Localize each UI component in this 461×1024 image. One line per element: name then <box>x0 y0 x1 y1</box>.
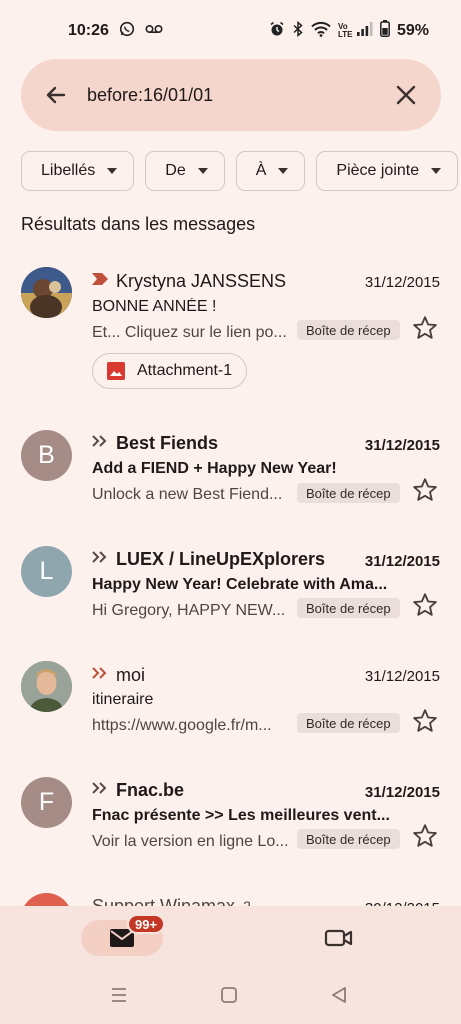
star-icon[interactable] <box>411 314 439 342</box>
bluetooth-icon <box>292 20 304 42</box>
star-icon[interactable] <box>411 707 439 735</box>
message-row[interactable]: moi 31/12/2015 itineraire https://www.go… <box>0 656 461 766</box>
star-icon[interactable] <box>411 476 439 504</box>
voicemail-icon <box>145 22 163 40</box>
sender-name: LUEX / LineUpEXplorers <box>116 548 326 569</box>
star-icon[interactable] <box>411 822 439 850</box>
search-input[interactable]: before:16/01/01 <box>87 85 391 106</box>
avatar[interactable]: B <box>21 430 72 481</box>
video-camera-icon[interactable] <box>324 923 354 953</box>
forward-marker-icon <box>92 781 108 799</box>
label-badge: Boîte de récep <box>297 713 400 733</box>
back-icon[interactable] <box>330 986 348 1009</box>
label-badge: Boîte de récep <box>297 483 400 503</box>
signal-icon <box>356 21 373 41</box>
whatsapp-icon <box>119 21 135 42</box>
label-badge: Boîte de récep <box>297 829 400 849</box>
message-date: 31/12/2015 <box>364 437 440 454</box>
dropdown-arrow-icon <box>431 168 442 174</box>
message-subject: Happy New Year! Celebrate with Ama... <box>92 576 388 593</box>
battery-icon <box>380 20 390 42</box>
message-row[interactable]: B Best Fiends 31/12/2015 Add a FIEND + H… <box>0 425 461 535</box>
battery-level: 59% <box>396 22 429 39</box>
message-row[interactable]: Krystyna JANSSENS 31/12/2015 BONNE ANNÉE… <box>0 262 461 402</box>
search-bar[interactable]: before:16/01/01 <box>21 59 441 131</box>
filter-chip-attachment[interactable]: Pièce jointe <box>316 151 459 191</box>
volte-icon: Vo LTE <box>337 22 353 39</box>
message-snippet: Et... Cliquez sur le lien po... <box>92 324 287 341</box>
message-row[interactable]: F Fnac.be 31/12/2015 Fnac présente >> Le… <box>0 772 461 882</box>
wifi-icon <box>311 21 331 42</box>
dropdown-arrow-icon <box>107 168 118 174</box>
forward-marker-icon <box>92 550 108 568</box>
star-icon[interactable] <box>411 591 439 619</box>
important-marker-icon <box>92 272 108 290</box>
filter-chips: Libellés De À Pièce jointe <box>21 151 459 191</box>
avatar[interactable] <box>21 267 72 318</box>
dropdown-arrow-icon <box>278 168 289 174</box>
message-subject: Fnac présente >> Les meilleures vent... <box>92 807 390 824</box>
message-date: 31/12/2015 <box>364 668 440 685</box>
filter-chip-to[interactable]: À <box>235 151 306 191</box>
recents-icon[interactable] <box>110 986 128 1009</box>
sender-name: Krystyna JANSSENS <box>116 270 287 291</box>
dropdown-arrow-icon <box>197 168 208 174</box>
forward-marker-icon <box>92 434 108 452</box>
attachment-chip[interactable]: Attachment-1 <box>92 353 248 389</box>
section-title: Résultats dans les messages <box>21 214 256 234</box>
avatar[interactable]: L <box>21 546 72 597</box>
system-navigation-bar <box>0 980 461 1010</box>
message-snippet: Unlock a new Best Fiend... <box>92 486 283 503</box>
clock: 10:26 <box>68 22 109 39</box>
sender-name: Fnac.be <box>116 779 185 800</box>
message-row[interactable]: L LUEX / LineUpEXplorers 31/12/2015 Happ… <box>0 541 461 651</box>
avatar[interactable] <box>21 661 72 712</box>
label-badge: Boîte de récep <box>297 598 400 618</box>
message-subject: BONNE ANNÉE ! <box>92 298 217 315</box>
status-bar: 10:26 Vo LTE 59% <box>0 0 461 62</box>
forward-marker-icon <box>92 666 108 684</box>
message-snippet: Voir la version en ligne Lo... <box>92 833 289 850</box>
message-date: 31/12/2015 <box>364 784 440 801</box>
message-snippet: Hi Gregory, HAPPY NEW... <box>92 602 286 619</box>
message-date: 31/12/2015 <box>364 274 440 291</box>
filter-chip-from[interactable]: De <box>145 151 225 191</box>
unread-count-badge: 99+ <box>127 914 166 934</box>
attachment-name: Attachment-1 <box>137 362 233 379</box>
message-snippet: https://www.google.fr/m... <box>92 717 272 734</box>
home-icon[interactable] <box>220 986 238 1009</box>
image-icon <box>107 362 125 380</box>
filter-chip-labels[interactable]: Libellés <box>21 151 135 191</box>
message-date: 31/12/2015 <box>364 553 440 570</box>
message-subject: Add a FIEND + Happy New Year! <box>92 460 337 477</box>
back-arrow-icon[interactable] <box>41 80 71 110</box>
message-subject: itineraire <box>92 691 154 708</box>
avatar[interactable]: F <box>21 777 72 828</box>
label-badge: Boîte de récep <box>297 320 400 340</box>
sender-name: Best Fiends <box>116 432 219 453</box>
close-icon[interactable] <box>391 80 421 110</box>
alarm-icon <box>269 21 285 42</box>
sender-name: moi <box>116 664 146 685</box>
